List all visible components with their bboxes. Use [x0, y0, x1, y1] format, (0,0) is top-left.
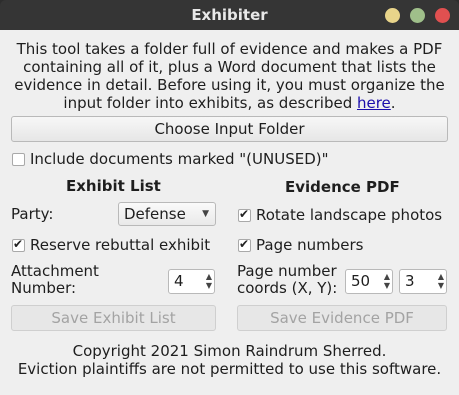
- evidence-pdf-heading: Evidence PDF: [285, 178, 400, 196]
- copyright-text: Copyright 2021 Simon Raindrum Sherred.: [72, 342, 387, 360]
- reserve-rebuttal-label: Reserve rebuttal exhibit: [30, 236, 211, 254]
- save-exhibit-list-button[interactable]: Save Exhibit List: [11, 305, 216, 331]
- intro-end: .: [390, 94, 396, 112]
- include-unused-label: Include documents marked "(UNUSED)": [30, 150, 329, 168]
- decrement-arrow-icon[interactable]: ▼: [438, 282, 444, 290]
- title-bar[interactable]: Exhibiter: [0, 0, 459, 30]
- decrement-arrow-icon[interactable]: ▼: [384, 282, 390, 290]
- instructions-link[interactable]: here: [357, 94, 391, 112]
- reserve-rebuttal-checkbox[interactable]: [12, 237, 25, 252]
- usage-notice: Eviction plaintiffs are not permitted to…: [17, 360, 442, 378]
- attachment-number-spinbox[interactable]: 4 ▲ ▼: [168, 269, 215, 294]
- decrement-arrow-icon[interactable]: ▼: [206, 282, 212, 290]
- include-unused-checkbox[interactable]: [12, 153, 25, 166]
- dropdown-arrow-icon: ▼: [202, 209, 209, 219]
- close-button[interactable]: [435, 8, 450, 23]
- coord-x-spinbox[interactable]: 50 ▲ ▼: [345, 269, 393, 294]
- exhibit-list-heading: Exhibit List: [66, 177, 161, 195]
- increment-arrow-icon[interactable]: ▲: [438, 273, 444, 281]
- minimize-button[interactable]: [385, 8, 400, 23]
- coord-y-spinbox[interactable]: 3 ▲ ▼: [399, 269, 447, 294]
- coord-x-value: 50: [351, 272, 371, 290]
- save-evidence-pdf-button[interactable]: Save Evidence PDF: [237, 305, 447, 331]
- main-panel: This tool takes a folder full of evidenc…: [0, 30, 459, 395]
- coord-y-value: 3: [405, 272, 415, 290]
- page-numbers-checkbox[interactable]: [238, 237, 251, 252]
- increment-arrow-icon[interactable]: ▲: [206, 273, 212, 281]
- party-value: Defense: [124, 205, 186, 223]
- attachment-number-label: Attachment Number:: [11, 262, 99, 297]
- party-label: Party:: [11, 205, 54, 223]
- attachment-number-value: 4: [174, 272, 184, 290]
- page-number-coords-label: Page number coords (X, Y):: [237, 262, 338, 297]
- rotate-landscape-label: Rotate landscape photos: [256, 206, 443, 224]
- page-numbers-label: Page numbers: [256, 236, 364, 254]
- party-select[interactable]: Defense ▼: [118, 202, 216, 226]
- increment-arrow-icon[interactable]: ▲: [384, 273, 390, 281]
- intro-text: This tool takes a folder full of evidenc…: [6, 40, 453, 112]
- rotate-landscape-checkbox[interactable]: [238, 207, 251, 222]
- maximize-button[interactable]: [410, 8, 425, 23]
- choose-input-folder-button[interactable]: Choose Input Folder: [11, 116, 448, 142]
